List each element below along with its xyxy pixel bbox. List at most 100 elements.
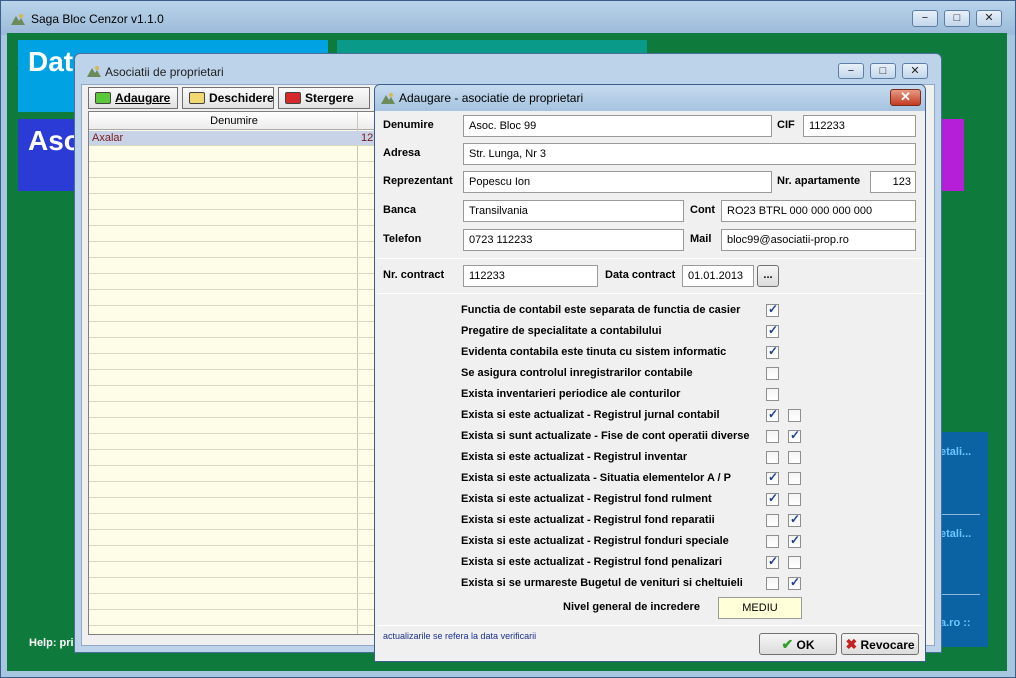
table-row[interactable] xyxy=(89,195,377,210)
cancel-button[interactable]: ✖ Revocare xyxy=(841,633,919,655)
data-contract-label: Data contract xyxy=(605,269,676,281)
folder-delete-icon xyxy=(285,92,301,104)
nr-apartamente-label: Nr. apartamente xyxy=(777,175,861,187)
app-logo-icon xyxy=(87,66,101,77)
check-label: Exista si este actualizat - Registrul in… xyxy=(461,451,688,463)
checkbox[interactable] xyxy=(766,514,779,527)
checkbox[interactable] xyxy=(788,428,801,443)
telefon-label: Telefon xyxy=(383,233,422,245)
checkbox[interactable] xyxy=(766,302,779,317)
table-row[interactable] xyxy=(89,339,377,354)
reprezentant-field[interactable]: Popescu Ion xyxy=(463,171,772,193)
checkbox[interactable] xyxy=(788,472,801,485)
table-row[interactable] xyxy=(89,163,377,178)
table-row[interactable] xyxy=(89,227,377,242)
checkbox[interactable] xyxy=(766,451,779,464)
maximize-button[interactable]: □ xyxy=(944,10,970,27)
checkbox[interactable] xyxy=(788,556,801,569)
check-label: Exista si sunt actualizate - Fise de con… xyxy=(461,430,750,442)
checkbox[interactable] xyxy=(766,323,779,338)
open-button[interactable]: Deschidere xyxy=(182,87,274,109)
table-row[interactable] xyxy=(89,515,377,530)
telefon-field[interactable]: 0723 112233 xyxy=(463,229,684,251)
table-row[interactable] xyxy=(89,403,377,418)
checkbox[interactable] xyxy=(766,388,779,401)
side-link-3[interactable]: a.ro :: xyxy=(940,617,971,629)
table-row[interactable] xyxy=(89,323,377,338)
open-button-label: Deschidere xyxy=(209,91,274,105)
checkbox[interactable] xyxy=(766,407,779,422)
checkbox[interactable] xyxy=(766,535,779,548)
asoc-close-button[interactable]: ✕ xyxy=(902,63,928,79)
checkbox[interactable] xyxy=(766,367,779,380)
side-link-2[interactable]: etali... xyxy=(940,528,971,540)
table-row[interactable]: Axalar 12 xyxy=(89,131,377,146)
checkbox[interactable] xyxy=(766,491,779,506)
data-contract-field[interactable]: 01.01.2013 xyxy=(682,265,754,287)
nr-apartamente-field[interactable]: 123 xyxy=(870,171,916,193)
checkbox[interactable] xyxy=(788,493,801,506)
check-label: Exista si este actualizat - Registrul fo… xyxy=(461,556,723,568)
checkbox[interactable] xyxy=(766,577,779,590)
asociatii-grid[interactable]: Denumire Axalar 12 xyxy=(88,111,378,635)
cif-field[interactable]: 112233 xyxy=(803,115,916,137)
table-row[interactable] xyxy=(89,147,377,162)
folder-open-icon xyxy=(189,92,205,104)
checkbox[interactable] xyxy=(766,554,779,569)
asociatii-title: Asociatii de proprietari xyxy=(105,65,224,79)
table-row[interactable] xyxy=(89,467,377,482)
checkbox[interactable] xyxy=(788,409,801,422)
table-row[interactable] xyxy=(89,499,377,514)
table-row[interactable] xyxy=(89,435,377,450)
checkbox[interactable] xyxy=(788,512,801,527)
dialog-close-button[interactable]: ✕ xyxy=(890,89,921,106)
table-row[interactable] xyxy=(89,563,377,578)
minimize-button[interactable]: − xyxy=(912,10,938,27)
checkbox[interactable] xyxy=(788,451,801,464)
table-row[interactable] xyxy=(89,595,377,610)
table-row[interactable] xyxy=(89,611,377,626)
delete-button[interactable]: Stergere xyxy=(278,87,370,109)
add-button[interactable]: Adaugare xyxy=(88,87,178,109)
adresa-field[interactable]: Str. Lunga, Nr 3 xyxy=(463,143,916,165)
cancel-button-label: Revocare xyxy=(860,638,915,652)
checkbox[interactable] xyxy=(766,430,779,443)
table-row[interactable] xyxy=(89,483,377,498)
table-row[interactable] xyxy=(89,531,377,546)
asoc-minimize-button[interactable]: − xyxy=(838,63,864,79)
table-row[interactable] xyxy=(89,291,377,306)
table-row[interactable] xyxy=(89,547,377,562)
denumire-field[interactable]: Asoc. Bloc 99 xyxy=(463,115,772,137)
checkbox[interactable] xyxy=(788,533,801,548)
date-picker-button[interactable]: ... xyxy=(757,265,779,287)
table-row[interactable] xyxy=(89,451,377,466)
divider xyxy=(377,625,923,626)
checkbox[interactable] xyxy=(766,344,779,359)
checkbox[interactable] xyxy=(788,575,801,590)
add-button-label: Adaugare xyxy=(115,91,171,105)
table-row[interactable] xyxy=(89,275,377,290)
table-row[interactable] xyxy=(89,387,377,402)
checkbox[interactable] xyxy=(766,470,779,485)
banca-field[interactable]: Transilvania xyxy=(463,200,684,222)
close-button[interactable]: ✕ xyxy=(976,10,1002,27)
check-label: Exista si este actualizata - Situatia el… xyxy=(461,472,732,484)
table-row[interactable] xyxy=(89,243,377,258)
mail-field[interactable]: bloc99@asociatii-prop.ro xyxy=(721,229,916,251)
cont-field[interactable]: RO23 BTRL 000 000 000 000 xyxy=(721,200,916,222)
ok-button[interactable]: ✔ OK xyxy=(759,633,837,655)
table-row[interactable] xyxy=(89,355,377,370)
asoc-maximize-button[interactable]: □ xyxy=(870,63,896,79)
nr-contract-field[interactable]: 112233 xyxy=(463,265,598,287)
table-row[interactable] xyxy=(89,179,377,194)
table-row[interactable] xyxy=(89,259,377,274)
table-row[interactable] xyxy=(89,371,377,386)
table-row[interactable] xyxy=(89,307,377,322)
nivel-field[interactable]: MEDIU xyxy=(718,597,802,619)
add-association-dialog: Adaugare - asociatie de proprietari ✕ De… xyxy=(374,84,926,662)
grid-header-denumire[interactable]: Denumire xyxy=(89,112,377,130)
table-row[interactable] xyxy=(89,211,377,226)
table-row[interactable] xyxy=(89,579,377,594)
side-link-1[interactable]: etali... xyxy=(940,446,971,458)
table-row[interactable] xyxy=(89,419,377,434)
